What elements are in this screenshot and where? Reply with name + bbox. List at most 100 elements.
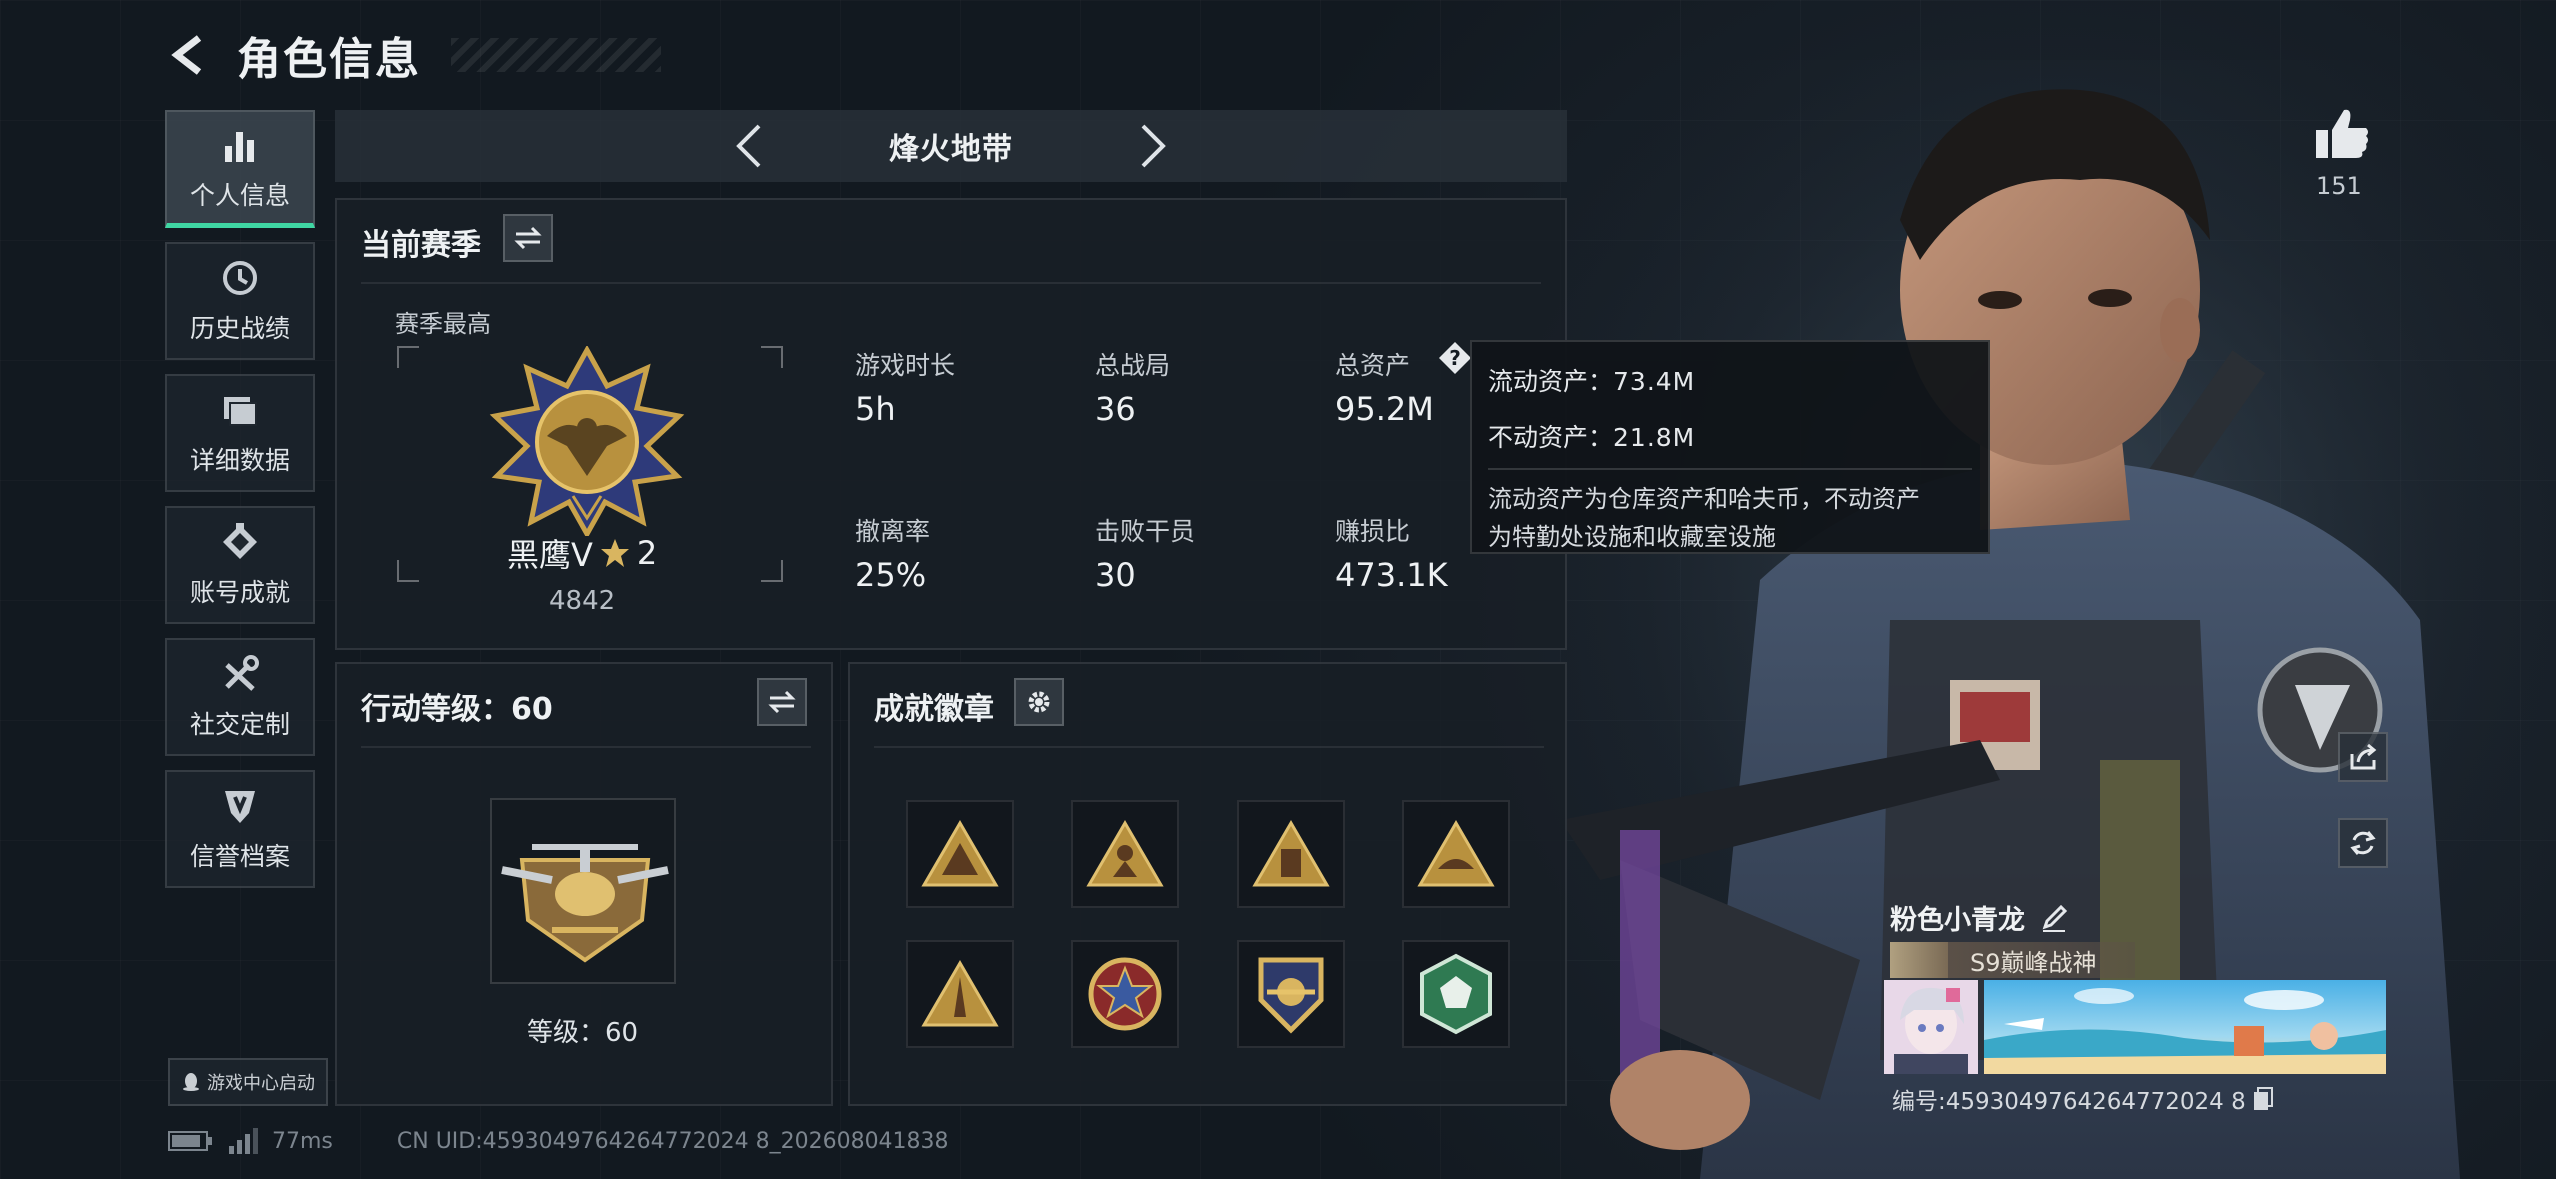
panel-divider — [874, 746, 1544, 748]
badge-item[interactable] — [906, 940, 1014, 1048]
sidebar-item-label: 账号成就 — [189, 578, 290, 607]
rank-name: 黑鹰V 2 — [507, 530, 657, 576]
badge-item[interactable] — [1237, 940, 1345, 1048]
previous-mode-icon[interactable] — [725, 120, 777, 172]
sidebar-item-achievements[interactable]: 账号成就 — [165, 506, 315, 624]
uid-text: CN UID:4593049764264772024 8_20260804183… — [396, 1128, 949, 1154]
sidebar-item-label: 信誉档案 — [189, 842, 290, 871]
badges-settings-button[interactable] — [1014, 678, 1064, 726]
badge-item[interactable] — [906, 800, 1014, 908]
stat-playtime-value: 5h — [855, 390, 896, 428]
refresh-icon — [2350, 831, 2376, 855]
panel-divider — [361, 282, 1541, 284]
star-badge-icon — [1088, 957, 1162, 1031]
badge-item[interactable] — [1071, 800, 1179, 908]
helicopter-emblem-icon — [501, 844, 669, 963]
rank-stars: 2 — [636, 534, 658, 572]
tooltip-divider — [1488, 468, 1972, 470]
title-emblem-icon — [1890, 942, 1948, 978]
back-arrow-icon[interactable] — [165, 32, 211, 78]
copy-icon[interactable] — [2252, 1086, 2274, 1112]
history-icon — [223, 261, 257, 295]
penguin-icon — [183, 1073, 199, 1091]
rank-name-text: 黑鹰V — [507, 536, 593, 574]
launch-label: 游戏中心启动 — [207, 1073, 315, 1094]
stat-matches-label: 总战局 — [1095, 351, 1171, 380]
tooltip-liquid-line: 流动资产：73.4M — [1488, 354, 1972, 410]
avatar[interactable] — [1884, 980, 1978, 1074]
next-mode-icon[interactable] — [1125, 120, 1177, 172]
stat-extract-value: 25% — [855, 556, 927, 594]
battery-icon — [168, 1131, 212, 1151]
tooltip-fixed-label: 不动资产： — [1488, 423, 1614, 452]
season-panel: 当前赛季 赛季最高 黑鹰V 2 4842 游戏时长 5h 总战局 36 总资产 … — [335, 198, 1567, 650]
share-icon — [2350, 743, 2377, 770]
stat-extract-label: 撤离率 — [855, 517, 931, 546]
player-name-text: 粉色小青龙 — [1890, 905, 2025, 936]
triangle-badge-icon — [921, 820, 999, 887]
rank-score: 4842 — [549, 586, 616, 616]
stat-assets-value: 95.2M — [1335, 390, 1434, 428]
stat-matches-value: 36 — [1095, 390, 1136, 428]
level-swap-button[interactable] — [757, 678, 807, 726]
badge-item[interactable] — [1237, 800, 1345, 908]
player-title-plate: S9巅峰战神 — [1890, 942, 2135, 978]
assets-tooltip: 流动资产：73.4M 不动资产：21.8M 流动资产为仓库资产和哈夫币，不动资产… — [1470, 340, 1990, 554]
edit-icon[interactable] — [2039, 903, 2069, 933]
stat-kills-label: 击败干员 — [1095, 517, 1196, 546]
triangle-badge-icon — [921, 960, 999, 1027]
player-id-text: 编号:4593049764264772024 8 — [1892, 1089, 2246, 1115]
tooltip-liquid-label: 流动资产： — [1488, 367, 1614, 396]
badges-title: 成就徽章 — [874, 692, 994, 727]
badge-item[interactable] — [1071, 940, 1179, 1048]
panel-divider — [361, 746, 811, 748]
badge-item[interactable] — [1402, 940, 1510, 1048]
tooltip-desc-line-2: 为特勤处设施和收藏室设施 — [1488, 523, 1776, 551]
status-bar: 77ms CN UID:4593049764264772024 8_202608… — [168, 1128, 949, 1154]
triangle-badge-icon — [1417, 820, 1495, 887]
level-title: 行动等级：60 — [361, 692, 553, 727]
title-decoration — [451, 38, 661, 72]
gear-icon — [1028, 691, 1050, 713]
tooltip-liquid-value: 73.4M — [1613, 367, 1696, 396]
rotate-button[interactable] — [2338, 818, 2388, 868]
star-icon — [600, 539, 629, 567]
stat-assets-label: 总资产 — [1335, 351, 1411, 380]
page-header: 角色信息 — [165, 22, 661, 88]
help-icon[interactable]: ? — [1437, 340, 1473, 376]
thumbs-up-icon[interactable] — [2312, 104, 2372, 164]
sidebar-item-history[interactable]: 历史战绩 — [165, 242, 315, 360]
svg-text:?: ? — [1449, 346, 1461, 370]
tools-icon — [225, 655, 259, 691]
swap-icon — [768, 690, 796, 714]
player-name: 粉色小青龙 — [1890, 898, 2069, 937]
tooltip-fixed-value: 21.8M — [1613, 423, 1696, 452]
season-best-label: 赛季最高 — [395, 310, 491, 338]
bar-chart-icon — [225, 131, 254, 162]
sidebar-item-detailed-data[interactable]: 详细数据 — [165, 374, 315, 492]
tooltip-fixed-line: 不动资产：21.8M — [1488, 410, 1972, 466]
tooltip-desc-line-1: 流动资产为仓库资产和哈夫币，不动资产 — [1488, 485, 1920, 513]
like-count: 151 — [2316, 172, 2362, 200]
stat-kills-value: 30 — [1095, 556, 1136, 594]
sidebar-item-personal-info[interactable]: 个人信息 — [165, 110, 315, 228]
sidebar-item-label: 社交定制 — [189, 710, 290, 739]
stat-playtime-label: 游戏时长 — [855, 351, 956, 380]
sidebar-item-label: 详细数据 — [189, 446, 290, 475]
sidebar: 个人信息 历史战绩 详细数据 账号成就 社交定制 信誉档案 — [165, 110, 317, 902]
page-title: 角色信息 — [237, 34, 421, 85]
badge-item[interactable] — [1402, 800, 1510, 908]
achievement-icon — [223, 523, 257, 559]
season-swap-button[interactable] — [503, 214, 553, 262]
stat-profit-value: 473.1K — [1335, 556, 1448, 594]
game-center-launch-button[interactable]: 游戏中心启动 — [168, 1058, 328, 1106]
triangle-badge-icon — [1086, 820, 1164, 887]
sidebar-item-credit[interactable]: 信誉档案 — [165, 770, 315, 888]
share-button[interactable] — [2338, 732, 2388, 782]
level-emblem — [490, 798, 676, 984]
signal-icon — [229, 1128, 258, 1154]
sidebar-item-social[interactable]: 社交定制 — [165, 638, 315, 756]
triangle-badge-icon — [1252, 820, 1330, 887]
player-title-text: S9巅峰战神 — [1970, 948, 2097, 977]
mode-title: 烽火地带 — [889, 132, 1013, 167]
